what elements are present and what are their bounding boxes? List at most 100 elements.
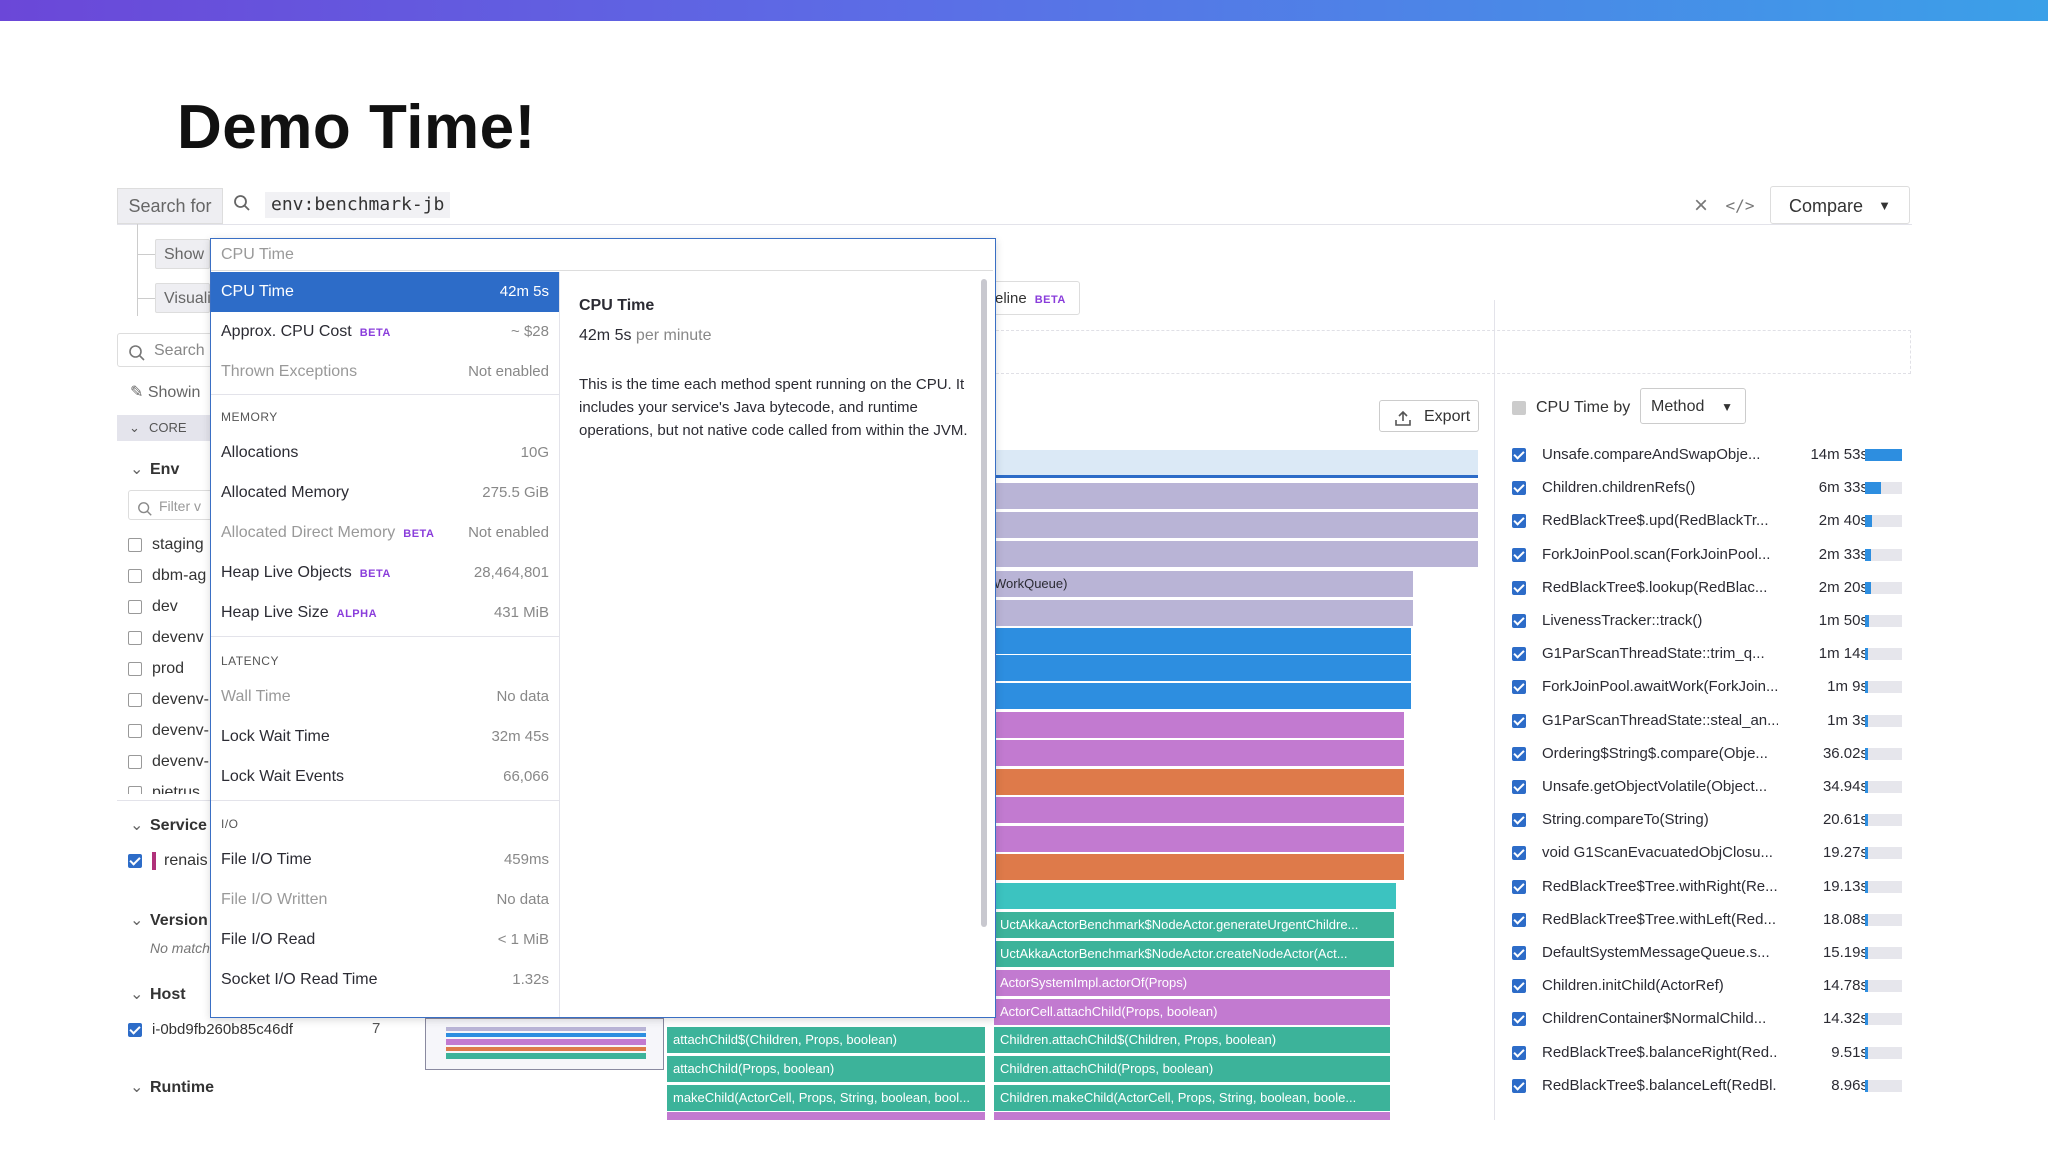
env-filter-input[interactable]: Filter v xyxy=(128,490,214,520)
flame-frame[interactable] xyxy=(994,683,1411,709)
host-facet-heading[interactable]: ⌄ Host xyxy=(130,984,186,1004)
checkbox[interactable] xyxy=(1512,813,1526,828)
flame-frame[interactable] xyxy=(994,883,1396,909)
metric-option-file-io-written[interactable]: File I/O Written No data xyxy=(211,880,559,920)
compare-button[interactable]: Compare ▼ xyxy=(1770,186,1910,224)
flame-frame[interactable] xyxy=(994,541,1478,567)
method-row[interactable]: DefaultSystemMessageQueue.s... 15.19s xyxy=(1512,938,1902,968)
facet-search-input[interactable]: Search xyxy=(117,333,213,367)
env-option[interactable]: devenv- xyxy=(128,689,209,711)
flame-frame[interactable]: Children.attachChild$(Children, Props, b… xyxy=(994,1027,1390,1053)
flame-frame[interactable] xyxy=(994,1112,1390,1120)
metric-option-wall-time[interactable]: Wall Time No data xyxy=(211,677,559,717)
method-row[interactable]: RedBlackTree$Tree.withLeft(Red... 18.08s xyxy=(1512,905,1902,935)
flame-frame[interactable] xyxy=(994,483,1478,509)
checkbox[interactable] xyxy=(1512,481,1526,496)
checkbox[interactable] xyxy=(128,1023,142,1038)
flame-frame[interactable] xyxy=(994,797,1404,823)
checkbox[interactable] xyxy=(1512,879,1526,894)
method-row[interactable]: Unsafe.compareAndSwapObje... 14m 53s xyxy=(1512,440,1902,470)
method-row[interactable]: Children.childrenRefs() 6m 33s xyxy=(1512,473,1902,503)
checkbox[interactable] xyxy=(1512,514,1526,529)
checkbox[interactable] xyxy=(1512,946,1526,960)
visualize-pill[interactable]: Visuali xyxy=(155,283,211,313)
flame-frame[interactable] xyxy=(994,512,1478,538)
flame-frame[interactable]: ActorSystemImpl.actorOf(Props) xyxy=(994,970,1390,996)
service-option[interactable]: renais xyxy=(128,850,208,872)
code-view-icon[interactable]: </> xyxy=(1725,192,1755,220)
method-row[interactable]: ForkJoinPool.awaitWork(ForkJoin... 1m 9s xyxy=(1512,672,1902,702)
method-row[interactable]: Ordering$String$.compare(Obje... 36.02s xyxy=(1512,739,1902,769)
metric-option-allocated-memory[interactable]: Allocated Memory 275.5 GiB xyxy=(211,473,559,513)
env-option[interactable]: dev xyxy=(128,596,178,618)
flame-frame[interactable]: attachChild(Props, boolean) xyxy=(667,1056,985,1082)
env-option[interactable]: staging xyxy=(128,534,204,556)
flame-frame[interactable]: attachChild$(Children, Props, boolean) xyxy=(667,1027,985,1053)
metric-option-exceptions[interactable]: Thrown Exceptions Not enabled xyxy=(211,352,559,392)
checkbox[interactable] xyxy=(1512,780,1526,794)
dropdown-scrollbar[interactable] xyxy=(981,279,987,927)
flame-frame[interactable]: UctAkkaActorBenchmark$NodeActor.generate… xyxy=(994,912,1394,938)
group-by-select[interactable]: Method ▼ xyxy=(1640,388,1746,424)
checkbox[interactable] xyxy=(128,568,142,583)
method-row[interactable]: ForkJoinPool.scan(ForkJoinPool... 2m 33s xyxy=(1512,540,1902,570)
flame-frame[interactable] xyxy=(994,655,1411,681)
flame-frame[interactable]: Children.makeChild(ActorCell, Props, Str… xyxy=(994,1085,1390,1111)
flame-frame[interactable] xyxy=(994,600,1413,626)
service-facet-heading[interactable]: ⌄ Service xyxy=(130,815,207,835)
checkbox[interactable] xyxy=(128,599,142,614)
checkbox[interactable] xyxy=(128,754,142,769)
method-row[interactable]: Unsafe.getObjectVolatile(Object... 34.94s xyxy=(1512,772,1902,802)
search-query[interactable]: env:benchmark-jb xyxy=(265,192,451,218)
metric-option-socket-io-read[interactable]: Socket I/O Read Time 1.32s xyxy=(211,960,559,1000)
env-option[interactable]: devenv xyxy=(128,627,204,649)
env-option[interactable]: devenv- xyxy=(128,751,209,773)
method-row[interactable]: LivenessTracker::track() 1m 50s xyxy=(1512,606,1902,636)
host-option[interactable]: i-0bd9fb260b85c46df xyxy=(128,1019,293,1041)
export-button[interactable]: Export xyxy=(1379,400,1479,432)
flame-frame[interactable] xyxy=(994,740,1404,766)
checkbox[interactable] xyxy=(1512,979,1526,994)
core-section-toggle[interactable]: ⌄ CORE xyxy=(117,415,213,441)
checkbox[interactable] xyxy=(1512,713,1526,728)
flame-frame[interactable] xyxy=(994,854,1404,880)
method-row[interactable]: RedBlackTree$.balanceRight(Red... 9.51s xyxy=(1512,1038,1902,1068)
clear-search-icon[interactable]: × xyxy=(1687,192,1715,220)
checkbox[interactable] xyxy=(1512,647,1526,662)
checkbox[interactable] xyxy=(1512,846,1526,861)
method-row[interactable]: G1ParScanThreadState::steal_an... 1m 3s xyxy=(1512,706,1902,736)
metric-option-allocations[interactable]: Allocations 10G xyxy=(211,433,559,473)
method-row[interactable]: RedBlackTree$.balanceLeft(RedBl... 8.96s xyxy=(1512,1071,1902,1101)
flame-frame[interactable]: makeChild(ActorCell, Props, String, bool… xyxy=(667,1085,985,1111)
metric-option-direct-memory[interactable]: Allocated Direct Memory BETA Not enabled xyxy=(211,513,559,553)
method-row[interactable]: ChildrenContainer$NormalChild... 14.32s xyxy=(1512,1004,1902,1034)
metric-option-lock-wait-events[interactable]: Lock Wait Events 66,066 xyxy=(211,757,559,797)
checkbox[interactable] xyxy=(1512,746,1526,761)
env-option[interactable]: dbm-ag xyxy=(128,565,206,587)
checkbox[interactable] xyxy=(1512,680,1526,695)
checkbox[interactable] xyxy=(1512,614,1526,628)
checkbox[interactable] xyxy=(1512,1012,1526,1027)
runtime-facet-heading[interactable]: ⌄ Runtime xyxy=(130,1077,214,1097)
flame-frame[interactable] xyxy=(994,712,1404,738)
metric-option-lock-wait-time[interactable]: Lock Wait Time 32m 45s xyxy=(211,717,559,757)
checkbox[interactable] xyxy=(128,853,142,868)
flame-frame[interactable] xyxy=(994,450,1478,478)
flame-frame[interactable]: UctAkkaActorBenchmark$NodeActor.createNo… xyxy=(994,941,1394,967)
checkbox[interactable] xyxy=(128,661,142,676)
metric-option-heap-objects[interactable]: Heap Live Objects BETA 28,464,801 xyxy=(211,553,559,593)
checkbox[interactable] xyxy=(1512,1078,1526,1093)
flame-frame[interactable] xyxy=(994,769,1404,795)
flame-frame[interactable]: WorkQueue) xyxy=(994,571,1413,597)
checkbox[interactable] xyxy=(1512,912,1526,927)
flame-frame[interactable] xyxy=(667,1112,985,1120)
metric-option-file-io-time[interactable]: File I/O Time 459ms xyxy=(211,840,559,880)
checkbox[interactable] xyxy=(1512,580,1526,595)
checkbox[interactable] xyxy=(1512,1045,1526,1060)
metric-option-cpu-time[interactable]: CPU Time 42m 5s xyxy=(211,272,559,312)
flame-frame[interactable]: Children.attachChild(Props, boolean) xyxy=(994,1056,1390,1082)
method-row[interactable]: RedBlackTree$.lookup(RedBlac... 2m 20s xyxy=(1512,573,1902,603)
show-pill[interactable]: Show xyxy=(155,239,210,269)
checkbox[interactable] xyxy=(128,723,142,738)
method-row[interactable]: Children.initChild(ActorRef) 14.78s xyxy=(1512,971,1902,1001)
